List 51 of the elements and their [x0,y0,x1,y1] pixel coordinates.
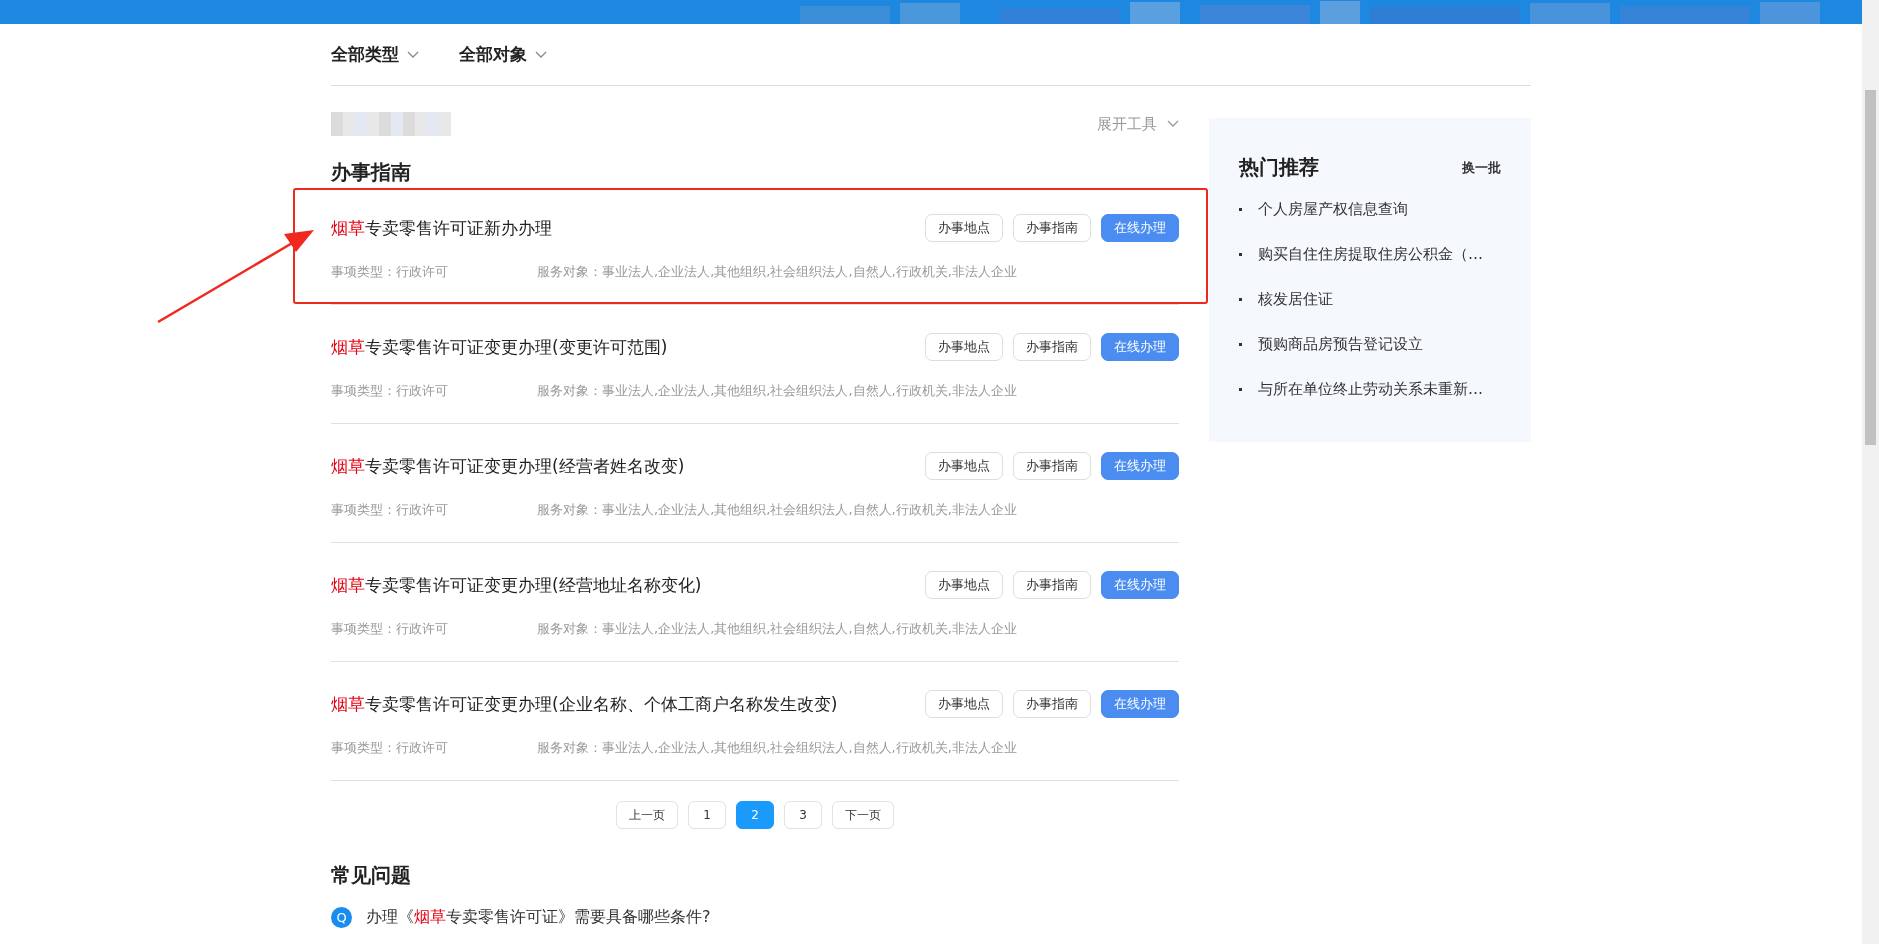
recommendation-link[interactable]: 购买自住住房提取住房公积金（… [1258,245,1483,264]
item-type: 事项类型：行政许可 [331,620,449,638]
service-audience: 服务对象：事业法人,企业法人,其他组织,社会组织法人,自然人,行政机关,非法人企业 [537,501,1017,519]
service-audience: 服务对象：事业法人,企业法人,其他组织,社会组织法人,自然人,行政机关,非法人企业 [537,382,1017,400]
action-button[interactable]: 办事地点 [925,333,1003,361]
item-type: 事项类型：行政许可 [331,739,449,757]
bullet-icon [1239,253,1242,256]
bullet-icon [1239,298,1242,301]
service-title-link[interactable]: 烟草专卖零售许可证变更办理(变更许可范围) [331,335,668,359]
service-audience: 服务对象：事业法人,企业法人,其他组织,社会组织法人,自然人,行政机关,非法人企业 [537,263,1017,281]
chevron-down-icon [535,50,547,59]
action-button[interactable]: 办事指南 [1013,571,1091,599]
item-type: 事项类型：行政许可 [331,501,449,519]
section-heading: 常见问题 [331,862,412,889]
page-button[interactable]: 下一页 [832,801,894,829]
service-audience: 服务对象：事业法人,企业法人,其他组织,社会组织法人,自然人,行政机关,非法人企业 [537,739,1017,757]
recommendation-link[interactable]: 预购商品房预告登记设立 [1258,335,1423,354]
faq-question-link[interactable]: 办理《烟草专卖零售许可证》需要具备哪些条件? [366,907,711,928]
item-type: 事项类型：行政许可 [331,263,449,281]
chevron-down-icon [1167,120,1179,128]
service-audience: 服务对象：事业法人,企业法人,其他组织,社会组织法人,自然人,行政机关,非法人企业 [537,620,1017,638]
question-icon: Q [331,907,352,928]
service-title-link[interactable]: 烟草专卖零售许可证变更办理(企业名称、个体工商户名称发生改变) [331,692,838,716]
action-button[interactable]: 办事地点 [925,571,1003,599]
chevron-down-icon [407,50,419,59]
action-button[interactable]: 办事指南 [1013,452,1091,480]
item-type: 事项类型：行政许可 [331,382,449,400]
filter-dropdown[interactable]: 全部类型 [331,43,419,66]
page-button[interactable]: 1 [688,801,726,829]
page-button[interactable]: 3 [784,801,822,829]
page-button[interactable]: 上一页 [616,801,678,829]
action-button[interactable]: 办事地点 [925,690,1003,718]
filter-dropdown[interactable]: 全部对象 [459,43,547,66]
service-title-link[interactable]: 烟草专卖零售许可证变更办理(经营者姓名改变) [331,454,685,478]
action-button[interactable]: 办事指南 [1013,690,1091,718]
service-title-link[interactable]: 烟草专卖零售许可证变更办理(经营地址名称变化) [331,573,702,597]
recommendation-link[interactable]: 个人房屋产权信息查询 [1258,200,1408,219]
service-title-link[interactable]: 烟草专卖零售许可证新办办理 [331,216,552,240]
action-button[interactable]: 办事地点 [925,452,1003,480]
recommendation-link[interactable]: 与所在单位终止劳动关系未重新… [1258,380,1483,399]
action-button[interactable]: 办事指南 [1013,333,1091,361]
bullet-icon [1239,388,1242,391]
section-heading: 办事指南 [331,159,412,186]
recommendation-link[interactable]: 核发居住证 [1258,290,1333,309]
scrollbar[interactable] [1862,0,1879,944]
action-button[interactable]: 办事地点 [925,214,1003,242]
bullet-icon [1239,343,1242,346]
bullet-icon [1239,208,1242,211]
action-button[interactable]: 办事指南 [1013,214,1091,242]
refresh-link[interactable]: 换一批 [1462,158,1501,177]
panel-title: 热门推荐 [1239,154,1319,181]
